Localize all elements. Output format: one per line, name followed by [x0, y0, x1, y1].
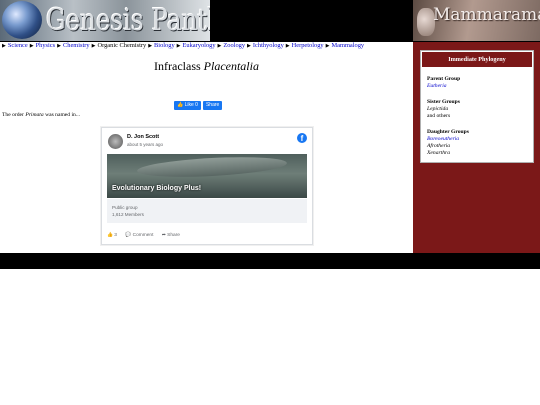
group-cover-image[interactable]: Evolutionary Biology Plus!: [107, 154, 307, 198]
daughter-heading: Daughter Groups: [427, 129, 469, 135]
main-content: Infraclass Placentalia 👍 Like 0 Share The…: [0, 50, 413, 253]
group-meta: Public group 1,612 Members: [107, 199, 307, 223]
breadcrumb-item[interactable]: Physics: [36, 42, 56, 49]
breadcrumb-arrow-icon: ▶: [2, 44, 6, 49]
genesis-pantheis-logo[interactable]: Genesis Pantheis: [0, 0, 210, 41]
share-button[interactable]: Share: [202, 101, 223, 110]
facebook-like-bar: 👍 Like 0 Share: [174, 93, 224, 110]
title-taxon: Placentalia: [203, 59, 259, 73]
breadcrumb-arrow-icon: ▶: [29, 44, 34, 49]
parent-heading: Parent Group: [427, 76, 461, 82]
breadcrumb-item: Organic Chemistry: [97, 42, 147, 49]
sister-others: and others: [427, 113, 451, 119]
order-taxon: Primata: [25, 112, 44, 118]
comment-button[interactable]: 💬 Comment: [125, 233, 153, 238]
breadcrumb-arrow-icon: ▶: [217, 44, 222, 49]
breadcrumb-item[interactable]: Science: [8, 42, 28, 49]
post-actions: 👍 3 💬 Comment ➦ Share: [107, 233, 187, 238]
daughter-link[interactable]: Boreoeutheria: [427, 136, 459, 142]
phylogeny-header: Immediate Phylogeny: [422, 52, 532, 67]
breadcrumb-arrow-icon: ▶: [91, 44, 96, 49]
site-header: Genesis Pantheis Mammarama: [0, 0, 540, 42]
order-text: The order Primata was named in...: [2, 112, 80, 118]
breadcrumb-arrow-icon: ▶: [325, 44, 330, 49]
breadcrumb-item[interactable]: Zoology: [223, 42, 245, 49]
parent-link[interactable]: Eutheria: [427, 83, 447, 89]
banner-text: Mammarama: [433, 5, 540, 25]
breadcrumb-arrow-icon: ▶: [247, 44, 251, 49]
footer-bar: [0, 253, 540, 269]
breadcrumb-item[interactable]: Herpetology: [292, 42, 324, 49]
facebook-post-embed[interactable]: D. Jon Scott about 5 years ago f Evoluti…: [101, 127, 313, 245]
post-time[interactable]: about 5 years ago: [127, 142, 163, 147]
breadcrumb: ▶ Science ▶ Physics ▶ Chemistry ▶ Organic Chemi…: [0, 42, 413, 50]
breadcrumb-item[interactable]: Chemistry: [63, 42, 90, 49]
phylogeny-box: Immediate Phylogeny Parent Group Eutheri…: [420, 50, 534, 163]
group-members: 1,612 Members: [112, 212, 144, 217]
breadcrumb-arrow-icon: ▶: [57, 44, 61, 49]
breadcrumb-item[interactable]: Ichthyology: [253, 42, 284, 49]
avatar[interactable]: [108, 134, 123, 149]
like-button[interactable]: 👍 Like 0: [174, 101, 201, 110]
mammarama-banner[interactable]: Mammarama: [413, 0, 540, 41]
breadcrumb-item[interactable]: Eukaryology: [183, 42, 216, 49]
facebook-icon[interactable]: f: [297, 133, 307, 143]
group-type: Public group: [112, 205, 138, 210]
logo-text: Genesis Pantheis: [46, 3, 210, 38]
daughter-item: Xenarthra: [427, 150, 450, 156]
sister-heading: Sister Groups: [427, 99, 460, 105]
like-count[interactable]: 👍 3: [107, 233, 117, 238]
poster-name[interactable]: D. Jon Scott: [127, 134, 159, 140]
sister-item: Lepictida: [427, 106, 449, 112]
globe-icon: [2, 1, 42, 39]
order-suffix: was named in...: [45, 112, 81, 118]
group-name[interactable]: Evolutionary Biology Plus!: [112, 185, 201, 192]
order-prefix: The order: [2, 112, 24, 118]
breadcrumb-arrow-icon: ▶: [285, 44, 290, 49]
daughter-item: Afrotheria: [427, 143, 451, 149]
page-title: Infraclass Placentalia: [0, 59, 413, 74]
breadcrumb-item[interactable]: Biology: [154, 42, 175, 49]
share-post-button[interactable]: ➦ Share: [162, 233, 180, 238]
breadcrumb-item[interactable]: Mammalogy: [331, 42, 364, 49]
breadcrumb-arrow-icon: ▶: [176, 44, 181, 49]
breadcrumb-arrow-icon: ▶: [148, 44, 153, 49]
fish-image: [136, 154, 288, 180]
title-rank: Infraclass: [154, 59, 201, 73]
